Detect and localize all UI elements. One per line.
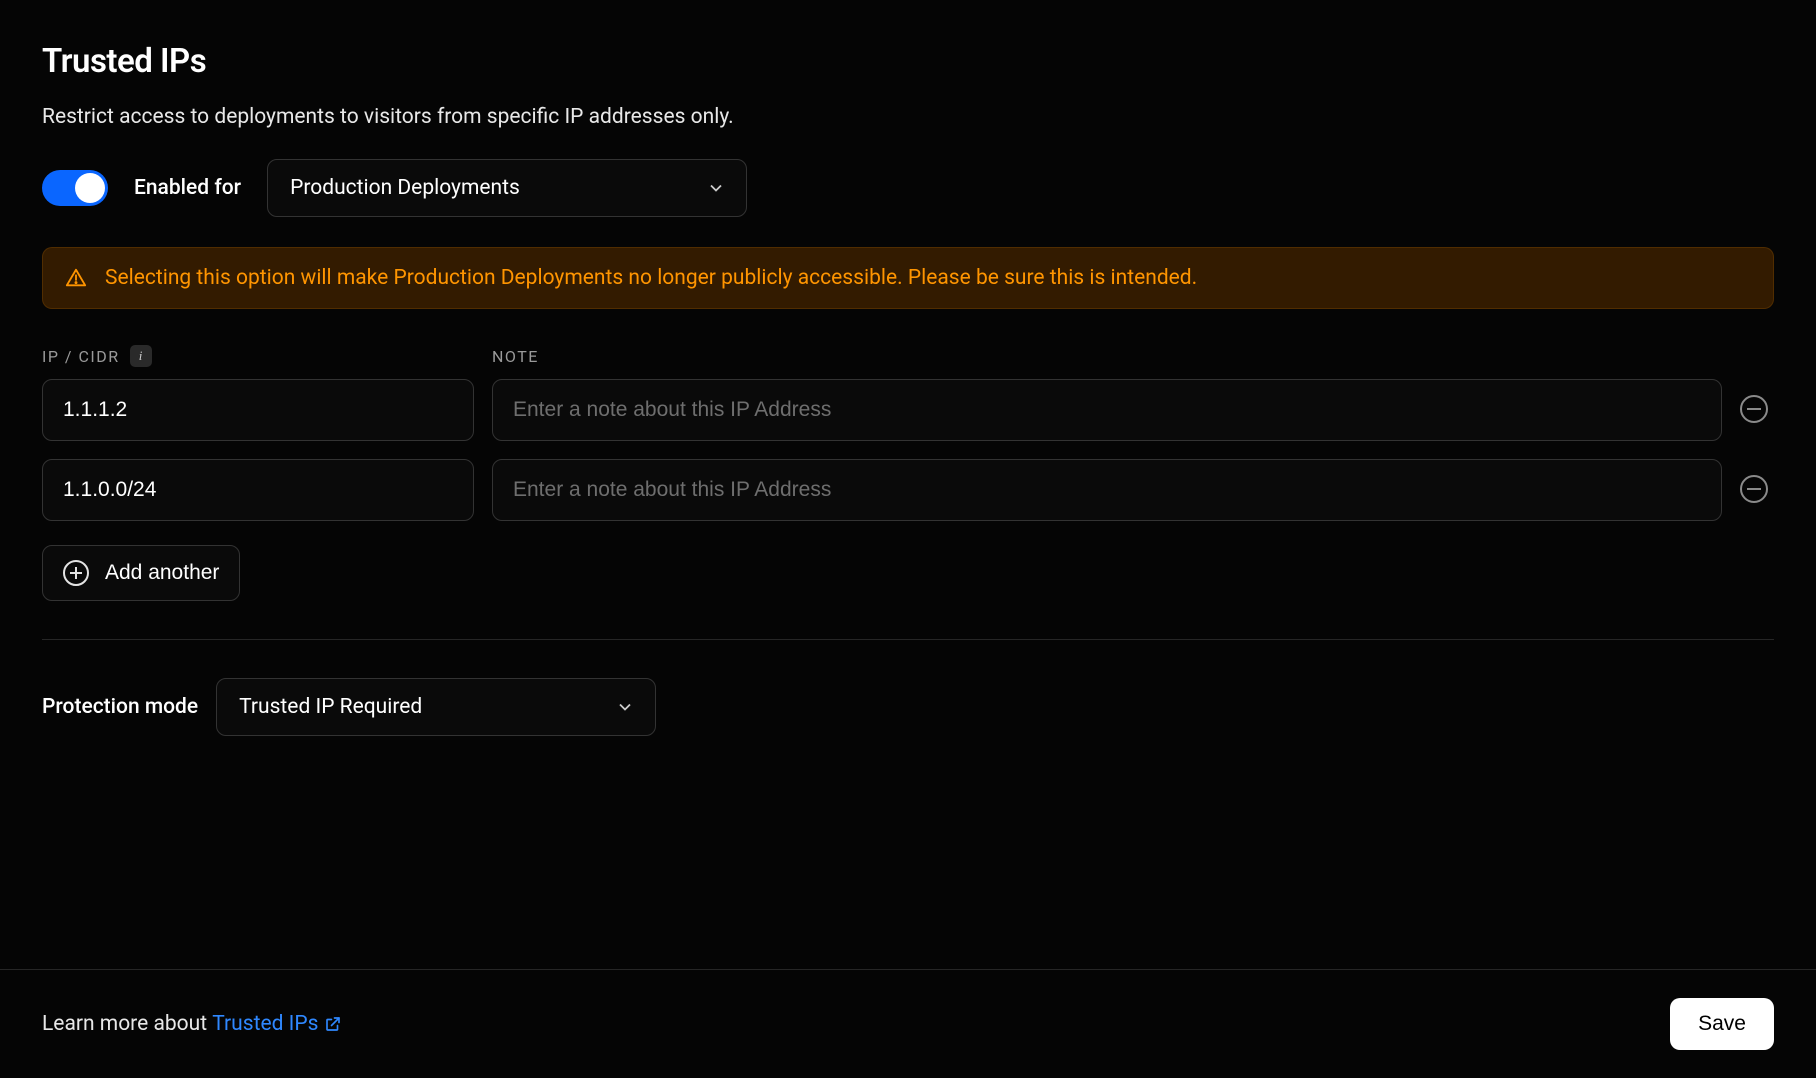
column-ip-label: IP / CIDR i <box>42 345 474 367</box>
add-another-button[interactable]: Add another <box>42 545 240 601</box>
enabled-toggle[interactable] <box>42 170 108 206</box>
column-ip-label-text: IP / CIDR <box>42 347 120 366</box>
warning-alert: Selecting this option will make Producti… <box>42 247 1774 309</box>
divider <box>42 639 1774 640</box>
note-input[interactable] <box>492 379 1722 441</box>
protection-mode-value: Trusted IP Required <box>239 695 422 719</box>
chevron-down-icon <box>617 699 633 715</box>
note-input[interactable] <box>492 459 1722 521</box>
enable-row: Enabled for Production Deployments <box>42 159 1774 217</box>
column-note-label: NOTE <box>492 345 1722 367</box>
remove-row-button[interactable] <box>1740 475 1768 503</box>
add-another-label: Add another <box>105 561 219 585</box>
table-header: IP / CIDR i NOTE <box>42 345 1774 367</box>
ip-input[interactable] <box>42 459 474 521</box>
footer-prefix: Learn more about <box>42 1012 212 1036</box>
learn-more-link-text: Trusted IPs <box>212 1012 318 1036</box>
warning-text: Selecting this option will make Producti… <box>105 266 1197 290</box>
scope-select-value: Production Deployments <box>290 176 520 200</box>
scope-select[interactable]: Production Deployments <box>267 159 747 217</box>
ip-row <box>42 459 1774 521</box>
ip-row <box>42 379 1774 441</box>
save-button[interactable]: Save <box>1670 998 1774 1050</box>
protection-row: Protection mode Trusted IP Required <box>42 678 1774 736</box>
column-note-label-text: NOTE <box>492 347 539 366</box>
page-subtitle: Restrict access to deployments to visito… <box>42 105 1774 129</box>
chevron-down-icon <box>708 180 724 196</box>
learn-more-link[interactable]: Trusted IPs <box>212 1012 342 1036</box>
protection-mode-select[interactable]: Trusted IP Required <box>216 678 656 736</box>
protection-mode-label: Protection mode <box>42 695 198 719</box>
page-title: Trusted IPs <box>42 42 1774 81</box>
external-link-icon <box>324 1015 342 1033</box>
info-icon[interactable]: i <box>130 345 152 367</box>
enabled-label: Enabled for <box>134 176 241 200</box>
footer-text: Learn more about Trusted IPs <box>42 1012 342 1036</box>
warning-icon <box>65 267 87 289</box>
footer: Learn more about Trusted IPs Save <box>0 969 1816 1078</box>
plus-circle-icon <box>63 560 89 586</box>
remove-row-button[interactable] <box>1740 395 1768 423</box>
ip-input[interactable] <box>42 379 474 441</box>
